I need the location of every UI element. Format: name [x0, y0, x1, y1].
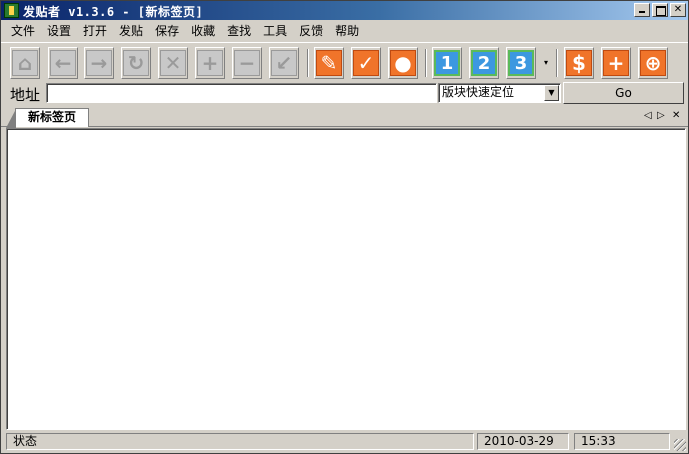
- tab-new-tab[interactable]: 新标签页: [6, 108, 89, 128]
- stop-button[interactable]: ✕: [158, 47, 188, 79]
- back-arrow-icon: ←: [50, 50, 76, 76]
- toolbar-separator: [307, 49, 309, 77]
- browser-content-area[interactable]: [6, 128, 686, 430]
- menu-open[interactable]: 打开: [77, 22, 113, 40]
- number-1-icon: 1: [434, 50, 460, 76]
- menu-find[interactable]: 查找: [221, 22, 257, 40]
- refresh-icon: ↻: [123, 50, 149, 76]
- number-3-icon: 3: [508, 50, 534, 76]
- zoom-in-plus-icon: +: [197, 50, 223, 76]
- dollar-icon: $: [566, 50, 592, 76]
- slot-1-button[interactable]: 1: [432, 47, 462, 79]
- status-bar: 状态 2010-03-29 15:33: [1, 432, 688, 453]
- resize-grip[interactable]: [674, 439, 686, 451]
- minimize-button[interactable]: [634, 3, 650, 17]
- status-date: 2010-03-29: [477, 433, 569, 450]
- slot-3-button[interactable]: 3: [506, 47, 536, 79]
- restore-arrow-icon: ↙: [271, 50, 297, 76]
- user-button[interactable]: ●: [388, 47, 418, 79]
- home-button[interactable]: ⌂: [10, 47, 40, 79]
- dollar-button[interactable]: $: [564, 47, 594, 79]
- zoom-out-button[interactable]: −: [232, 47, 262, 79]
- edit-button[interactable]: ✎: [314, 47, 344, 79]
- app-window: 发贴者 v1.3.6 - [新标签页] ✕ 文件 设置 打开 发贴 保存 收藏 …: [0, 0, 689, 454]
- zoom-out-minus-icon: −: [234, 50, 260, 76]
- pen-icon: ✎: [316, 50, 342, 76]
- menu-post[interactable]: 发贴: [113, 22, 149, 40]
- title-bar[interactable]: 发贴者 v1.3.6 - [新标签页] ✕: [1, 1, 688, 20]
- stop-icon: ✕: [160, 50, 186, 76]
- menu-bar: 文件 设置 打开 发贴 保存 收藏 查找 工具 反馈 帮助: [1, 21, 688, 41]
- add-button[interactable]: +: [601, 47, 631, 79]
- status-text: 状态: [6, 433, 474, 450]
- window-controls: ✕: [632, 3, 686, 17]
- refresh-button[interactable]: ↻: [121, 47, 151, 79]
- search-button[interactable]: ⊕: [638, 47, 668, 79]
- go-button[interactable]: Go: [563, 82, 684, 104]
- address-bar: 地址 版块快速定位 ▼ Go: [1, 82, 688, 104]
- tab-close-icon[interactable]: ✕: [672, 110, 680, 122]
- tab-next-icon[interactable]: ▷: [657, 110, 665, 122]
- restore-button[interactable]: ↙: [269, 47, 299, 79]
- menu-help[interactable]: 帮助: [329, 22, 365, 40]
- tab-strip: 新标签页 ◁ ▷ ✕: [1, 106, 688, 128]
- menu-settings[interactable]: 设置: [41, 22, 77, 40]
- home-icon: ⌂: [12, 50, 38, 76]
- menu-feedback[interactable]: 反馈: [293, 22, 329, 40]
- menu-file[interactable]: 文件: [5, 22, 41, 40]
- number-2-icon: 2: [471, 50, 497, 76]
- address-label: 地址: [10, 86, 41, 104]
- address-input[interactable]: [46, 83, 437, 103]
- menu-save[interactable]: 保存: [149, 22, 185, 40]
- menu-tools[interactable]: 工具: [257, 22, 293, 40]
- check-button[interactable]: ✓: [351, 47, 381, 79]
- forward-arrow-icon: →: [86, 50, 112, 76]
- chevron-down-icon[interactable]: ▾: [544, 57, 552, 69]
- back-button[interactable]: ←: [48, 47, 78, 79]
- slot-2-button[interactable]: 2: [469, 47, 499, 79]
- search-zoom-icon: ⊕: [640, 50, 666, 76]
- close-button[interactable]: ✕: [670, 3, 686, 17]
- menu-favorites[interactable]: 收藏: [185, 22, 221, 40]
- toolbar: ⌂ ← → ↻ ✕ + − ↙ ✎ ✓ ● 1 2 3 ▾ $ + ⊕: [1, 42, 688, 82]
- toolbar-separator: [425, 49, 427, 77]
- zoom-in-button[interactable]: +: [195, 47, 225, 79]
- tab-prev-icon[interactable]: ◁: [644, 110, 652, 122]
- window-title: 发贴者 v1.3.6 - [新标签页]: [23, 5, 204, 19]
- check-icon: ✓: [353, 50, 379, 76]
- quick-select-value: 版块快速定位: [442, 85, 515, 99]
- user-icon: ●: [390, 50, 416, 76]
- forward-button[interactable]: →: [84, 47, 114, 79]
- chevron-down-icon[interactable]: ▼: [544, 85, 559, 101]
- forum-quick-locate-select[interactable]: 版块快速定位 ▼: [438, 83, 561, 103]
- status-time: 15:33: [574, 433, 670, 450]
- add-icon: +: [603, 50, 629, 76]
- app-logo-icon: [4, 3, 19, 18]
- toolbar-separator: [556, 49, 558, 77]
- maximize-button[interactable]: [652, 3, 668, 17]
